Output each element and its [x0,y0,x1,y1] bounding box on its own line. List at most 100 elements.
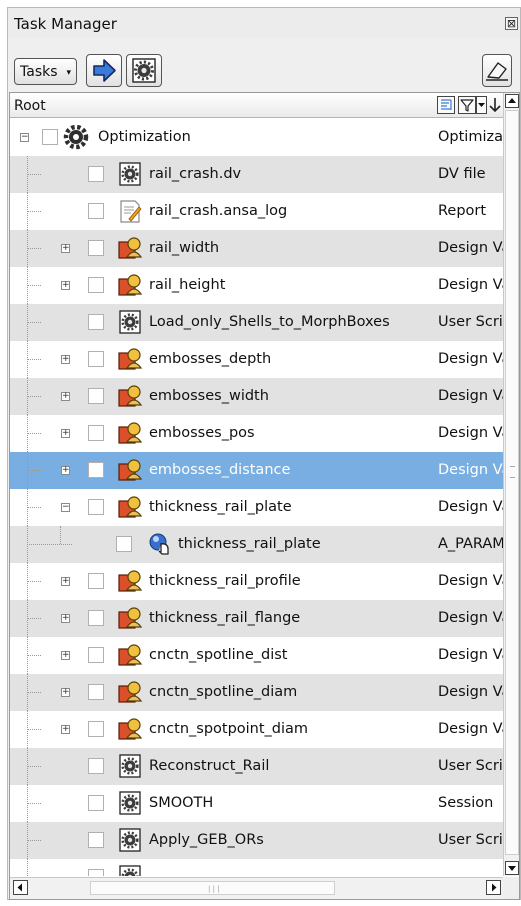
tree-guide-line [27,840,41,841]
row-checkbox[interactable] [88,721,104,737]
collapse-icon[interactable]: − [61,503,70,512]
scroll-down-icon[interactable] [505,861,519,875]
collapse-icon[interactable]: − [20,133,29,142]
expand-icon[interactable]: + [61,355,70,364]
row-checkbox[interactable] [88,758,104,774]
horizontal-scrollbar[interactable]: | | | [10,877,503,899]
tree-guide-line [27,581,41,582]
row-checkbox[interactable] [88,647,104,663]
tree-row[interactable]: + cnctn_spotline_dist Design Variable [10,637,503,674]
tree-row[interactable]: + rail_height Design Variable [10,267,503,304]
row-checkbox[interactable] [88,166,104,182]
expand-icon[interactable]: + [61,466,70,475]
expand-icon[interactable]: + [61,651,70,660]
clear-button[interactable] [482,54,512,87]
row-checkbox[interactable] [88,240,104,256]
tree-guide-line [27,859,28,876]
tree-row[interactable]: + thickness_rail_flange Design Variable [10,600,503,637]
design-variable-icon [117,383,143,409]
row-type: Design Variable [438,425,503,441]
row-checkbox[interactable] [88,795,104,811]
tree-guide-line [27,285,41,286]
tree-row[interactable]: thickness_rail_plate A_PARAMETER [10,526,503,563]
tree-row[interactable]: SMOOTH Session [10,785,503,822]
row-name: embosses_width [149,388,269,404]
tree-guide-line [27,211,41,212]
scroll-grip: | | | [208,885,220,893]
gear-script-icon [117,161,143,187]
tree-row[interactable]: + embosses_depth Design Variable [10,341,503,378]
expand-icon[interactable]: + [61,281,70,290]
tree-row[interactable]: rail_crash.ansa_log Report [10,193,503,230]
tree-row[interactable]: + embosses_pos Design Variable [10,415,503,452]
row-name: cnctn_spotline_dist [149,647,288,663]
script-button[interactable] [126,54,162,87]
row-checkbox[interactable] [116,536,132,552]
row-checkbox[interactable] [88,832,104,848]
row-checkbox[interactable] [88,425,104,441]
row-checkbox[interactable] [88,203,104,219]
window-title: Task Manager [14,15,117,33]
row-name: Load_only_Shells_to_MorphBoxes [149,314,390,330]
row-checkbox[interactable] [88,314,104,330]
row-type: A_PARAMETER [438,536,503,552]
vertical-scroll-thumb[interactable] [505,110,519,855]
toolbar: Tasks ▾ [8,39,520,91]
filter-dropdown-icon[interactable] [476,96,487,114]
tree-row[interactable]: + cnctn_spotline_diam Design Variable [10,674,503,711]
tree-row[interactable]: + embosses_distance Design Variable [10,452,503,489]
row-checkbox[interactable] [88,388,104,404]
row-checkbox[interactable] [88,351,104,367]
row-checkbox[interactable] [88,610,104,626]
row-checkbox[interactable] [88,869,104,876]
tree-row[interactable]: + embosses_width Design Variable [10,378,503,415]
row-checkbox[interactable] [88,573,104,589]
tree-row[interactable] [10,859,503,876]
row-checkbox[interactable] [88,684,104,700]
tree-guide-line [27,507,41,508]
scroll-right-icon[interactable] [486,880,501,895]
expand-icon[interactable]: + [61,392,70,401]
tree-row[interactable]: Load_only_Shells_to_MorphBoxes User Scrip… [10,304,503,341]
row-name: embosses_depth [149,351,272,367]
tree-guide-line [27,655,41,656]
expand-icon[interactable]: + [61,725,70,734]
tree-row[interactable]: + thickness_rail_profile Design Variable [10,563,503,600]
tree-row[interactable]: − thickness_rail_plate Design Variable [10,489,503,526]
tree-row[interactable]: + rail_width Design Variable [10,230,503,267]
scroll-up-icon[interactable] [505,94,519,108]
gear-script-icon [117,827,143,853]
sort-icon[interactable] [437,96,455,114]
close-icon[interactable]: ⊠ [505,17,518,30]
tree-guide-line [27,174,41,175]
horizontal-scroll-thumb[interactable]: | | | [90,881,335,895]
gear-script-icon [117,864,143,876]
task-manager-panel: Task Manager ⊠ Tasks ▾ Root − Optimizati… [7,7,521,900]
vertical-scrollbar[interactable] [503,93,519,876]
expand-icon[interactable]: + [61,429,70,438]
gear-script-icon [117,753,143,779]
tree-row[interactable]: − Optimization Optimization [10,119,503,156]
row-type: Report [438,203,487,219]
tree-row[interactable]: Apply_GEB_ORs User Script [10,822,503,859]
run-arrow-button[interactable] [86,54,122,87]
row-checkbox[interactable] [88,462,104,478]
row-checkbox[interactable] [88,277,104,293]
row-checkbox[interactable] [88,499,104,515]
row-name: rail_width [149,240,220,256]
tasks-dropdown-button[interactable]: Tasks ▾ [14,58,77,85]
design-variable-icon [117,346,143,372]
row-name: rail_crash.ansa_log [149,203,288,219]
filter-icon[interactable] [458,96,476,114]
row-name: Reconstruct_Rail [149,758,270,774]
row-checkbox[interactable] [42,129,58,145]
tree-row[interactable]: Reconstruct_Rail User Script [10,748,503,785]
scroll-left-icon[interactable] [13,880,28,895]
gear-script-icon [117,790,143,816]
tree-row[interactable]: + cnctn_spotpoint_diam Design Variable [10,711,503,748]
expand-icon[interactable]: + [61,577,70,586]
expand-icon[interactable]: + [61,244,70,253]
expand-icon[interactable]: + [61,688,70,697]
tree-row[interactable]: rail_crash.dv DV file [10,156,503,193]
expand-icon[interactable]: + [61,614,70,623]
